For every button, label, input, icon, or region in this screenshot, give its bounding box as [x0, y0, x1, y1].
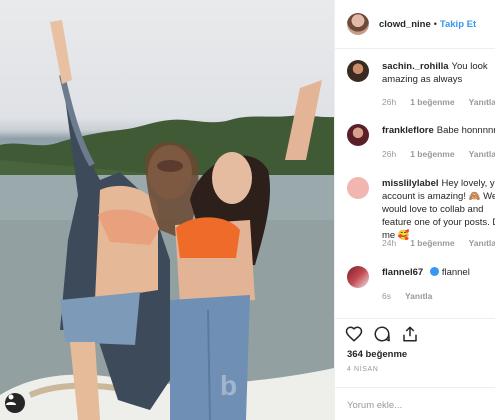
comment-input-placeholder: Yorum ekle...	[347, 400, 403, 411]
comment-text-block: sachin._rohilla You look amazing as alway…	[382, 60, 495, 86]
post-date: 4 NİSAN	[347, 366, 379, 373]
commenter-avatar[interactable]	[347, 266, 369, 288]
comment-time: 26h	[382, 97, 397, 107]
comment-username[interactable]: flannel67	[382, 267, 423, 278]
user-icon[interactable]	[5, 393, 25, 413]
comment-meta: 26h 1 beğenme Yanıtla	[382, 149, 495, 159]
comment-username[interactable]: misslilylabel	[382, 178, 439, 189]
comment-likes[interactable]: 1 beğenme	[410, 97, 454, 107]
comment-text-block: flannel67 flannel	[382, 266, 495, 279]
header-separator: •	[433, 19, 437, 29]
comment-time: 6s	[382, 291, 391, 301]
post-header: clowd_nine • Takip Et	[335, 0, 495, 49]
share-icon[interactable]	[401, 325, 419, 348]
commenter-avatar[interactable]	[347, 60, 369, 82]
comment-likes[interactable]: 1 beğenme	[410, 238, 454, 248]
author-avatar[interactable]	[347, 13, 369, 35]
verified-icon	[429, 267, 439, 276]
comment-icon[interactable]	[373, 325, 391, 348]
comment-text-block: frankleflore Babe honnnnn	[382, 124, 495, 137]
comment-time: 26h	[382, 149, 397, 159]
post-actions: 364 beğenme 4 NİSAN Yorum ekle...	[335, 318, 495, 420]
comment-input[interactable]: Yorum ekle...	[335, 387, 495, 420]
heart-icon[interactable]	[345, 325, 363, 348]
post-photo[interactable]: b	[0, 0, 334, 420]
comment-meta: 26h 1 beğenme Yanıtla	[382, 97, 495, 107]
reply-button[interactable]: Yanıtla	[469, 149, 495, 159]
comment-username[interactable]: sachin._rohilla	[382, 61, 449, 72]
follow-button[interactable]: Takip Et	[440, 19, 476, 30]
post-panel: clowd_nine • Takip Et sachin._rohilla You…	[334, 0, 495, 420]
reply-button[interactable]: Yanıtla	[469, 238, 495, 248]
comment-text: flannel	[441, 267, 470, 278]
comment-meta: 6s Yanıtla	[382, 291, 446, 301]
comment-meta: 24h 1 beğenme Yanıtla	[382, 238, 495, 248]
svg-text:b: b	[220, 370, 237, 401]
comment-text: Babe honnnnn	[436, 125, 495, 136]
likes-count[interactable]: 364 beğenme	[347, 349, 407, 360]
comment-text-block: misslilylabelHey lovely, your account is…	[382, 177, 495, 242]
comment-time: 24h	[382, 238, 397, 248]
photo-scene: b	[0, 20, 334, 420]
commenter-avatar[interactable]	[347, 124, 369, 146]
action-icons	[345, 325, 419, 348]
comment-likes[interactable]: 1 beğenme	[410, 149, 454, 159]
author-username[interactable]: clowd_nine	[379, 19, 431, 30]
reply-button[interactable]: Yanıtla	[469, 97, 495, 107]
comment-username[interactable]: frankleflore	[382, 125, 434, 136]
commenter-avatar[interactable]	[347, 177, 369, 199]
reply-button[interactable]: Yanıtla	[405, 291, 432, 301]
